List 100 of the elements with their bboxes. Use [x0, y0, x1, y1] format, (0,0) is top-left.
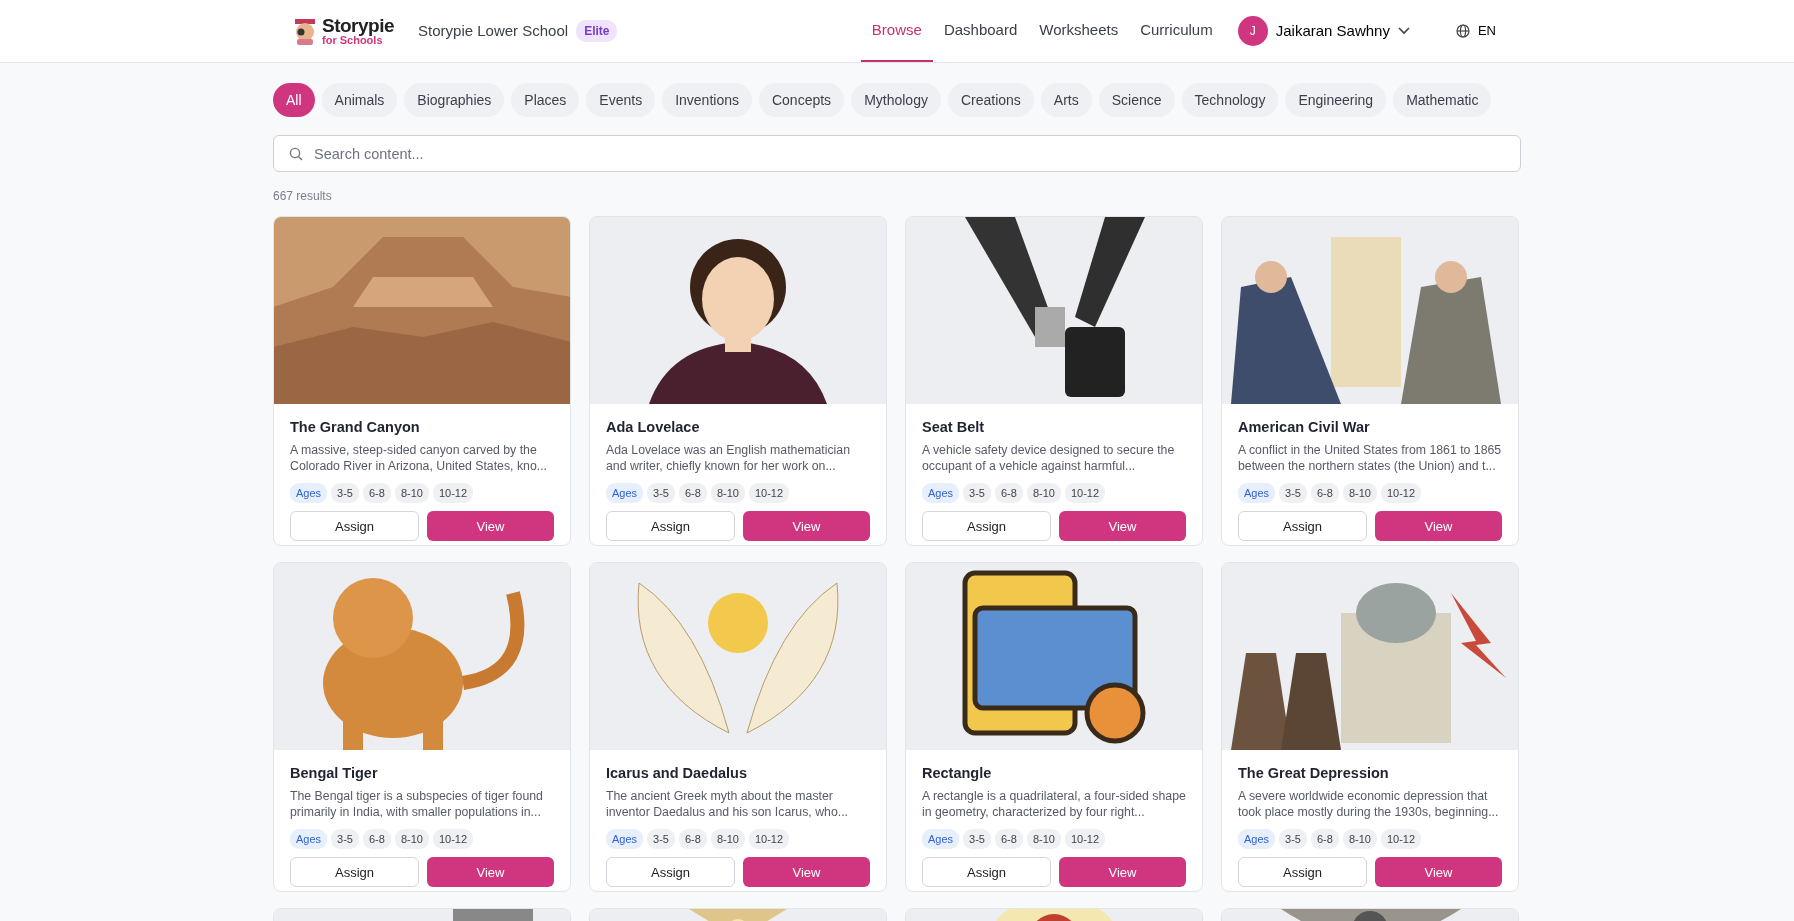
age-tag: 8-10 [710, 828, 745, 850]
age-tag: 6-8 [995, 482, 1023, 504]
card-title: Bengal Tiger [290, 764, 379, 783]
age-tag: 8-10 [394, 828, 429, 850]
chevron-down-icon [1397, 27, 1410, 35]
card-title: Ada Lovelace [606, 418, 701, 437]
card-description: A massive, steep-sided canyon carved by the Colorado River in Arizona, United States, kno... [290, 441, 548, 476]
language-selector[interactable]: EN [1449, 20, 1502, 42]
age-tag: 8-10 [394, 482, 429, 504]
category-chip[interactable]: Animals [321, 83, 398, 117]
card-description: The Bengal tiger is a subspecies of tiger found primarily in India, with smaller populations in... [290, 787, 544, 822]
view-button[interactable]: View [427, 511, 554, 542]
age-label: Ages [922, 482, 960, 504]
category-chip[interactable]: Mathematic [1393, 83, 1492, 117]
age-tag: 10-12 [1064, 828, 1106, 850]
age-tag: 8-10 [710, 482, 745, 504]
search-field[interactable]: Search content... [273, 135, 1521, 172]
card-description: A rectangle is a quadrilateral, a four-sided shape in geometry, characterized by four right... [922, 787, 1186, 822]
card-description: A vehicle safety device designed to secure the occupant of a vehicle against harmful... [922, 441, 1176, 476]
age-tag: 3-5 [331, 482, 359, 504]
category-chip[interactable]: Arts [1040, 83, 1092, 117]
age-tag: 3-5 [1279, 482, 1307, 504]
age-tag: 6-8 [679, 828, 707, 850]
age-tag: 6-8 [679, 482, 707, 504]
category-chip[interactable]: Creations [947, 83, 1034, 117]
age-tag: 8-10 [1026, 828, 1061, 850]
age-tag: 10-12 [1064, 482, 1106, 504]
globe-icon [1455, 24, 1470, 38]
category-chip[interactable]: Science [1098, 83, 1175, 117]
age-tag: 10-12 [1380, 482, 1422, 504]
assign-button[interactable]: Assign [922, 857, 1051, 888]
card-description: A conflict in the United States from 1861 to 1865 between the northern states (the Union) and t... [1238, 441, 1502, 476]
card-title: Rectangle [922, 764, 993, 783]
age-label: Ages [1238, 482, 1276, 504]
avatar: J [1237, 16, 1268, 46]
age-tag: 3-5 [1279, 828, 1307, 850]
age-tag: 3-5 [963, 482, 991, 504]
category-chip[interactable]: Technology [1181, 83, 1279, 117]
age-label: Ages [606, 828, 644, 850]
card-title: Seat Belt [922, 418, 986, 437]
view-button[interactable]: View [743, 511, 870, 542]
view-button[interactable]: View [1375, 511, 1502, 542]
assign-button[interactable]: Assign [922, 511, 1051, 542]
school-name: Storypie Lower School [418, 20, 569, 41]
nav-link[interactable]: Dashboard [932, 0, 1029, 62]
assign-button[interactable]: Assign [606, 511, 735, 542]
card-title: American Civil War [1238, 418, 1371, 437]
assign-button[interactable]: Assign [606, 857, 735, 888]
result-count: 667 results [273, 188, 333, 205]
category-chip[interactable]: Engineering [1285, 83, 1387, 117]
plan-badge: Elite [576, 20, 618, 42]
age-tag: 10-12 [1380, 828, 1422, 850]
age-tag: 10-12 [748, 828, 790, 850]
age-tag: 6-8 [363, 828, 391, 850]
age-tag: 10-12 [432, 482, 474, 504]
category-chip[interactable]: All [273, 83, 315, 117]
card-title: The Great Depression [1238, 764, 1390, 783]
nav-link[interactable]: Worksheets [1028, 0, 1130, 62]
age-tag: 10-12 [748, 482, 790, 504]
age-label: Ages [1238, 828, 1276, 850]
user-name: Jaikaran Sawhny [1275, 20, 1390, 41]
category-chip[interactable]: Concepts [758, 83, 845, 117]
age-tag: 3-5 [331, 828, 359, 850]
assign-button[interactable]: Assign [290, 511, 419, 542]
category-chip[interactable]: Inventions [662, 83, 752, 117]
view-button[interactable]: View [427, 857, 554, 888]
category-chip[interactable]: Events [586, 83, 656, 117]
age-tag: 6-8 [363, 482, 391, 504]
age-label: Ages [290, 482, 328, 504]
age-label: Ages [290, 828, 328, 850]
logo-text: Storypie [322, 16, 395, 35]
assign-button[interactable]: Assign [1238, 857, 1367, 888]
age-label: Ages [922, 828, 960, 850]
category-chip[interactable]: Mythology [851, 83, 941, 117]
age-tag: 8-10 [1342, 828, 1377, 850]
nav-link[interactable]: Curriculum [1129, 0, 1224, 62]
card-title: Icarus and Daedalus [606, 764, 749, 783]
category-chip[interactable]: Places [511, 83, 580, 117]
nav-link[interactable]: Browse [860, 0, 933, 62]
age-tag: 3-5 [647, 828, 675, 850]
user-menu[interactable]: J Jaikaran Sawhny [1231, 15, 1416, 47]
card-description: Ada Lovelace was an English mathematician and writer, chiefly known for her work on... [606, 441, 852, 476]
age-tag: 6-8 [995, 828, 1023, 850]
assign-button[interactable]: Assign [290, 857, 419, 888]
assign-button[interactable]: Assign [1238, 511, 1367, 542]
logo-subtitle: for Schools [322, 35, 383, 46]
age-tag: 8-10 [1026, 482, 1061, 504]
view-button[interactable]: View [743, 857, 870, 888]
card-description: The ancient Greek myth about the master inventor Daedalus and his son Icarus, who... [606, 787, 849, 822]
age-tag: 3-5 [647, 482, 675, 504]
view-button[interactable]: View [1375, 857, 1502, 888]
view-button[interactable]: View [1059, 511, 1186, 542]
card-title: The Grand Canyon [290, 418, 421, 437]
age-tag: 6-8 [1311, 828, 1339, 850]
category-chip[interactable]: Biographies [404, 83, 505, 117]
age-tag: 6-8 [1311, 482, 1339, 504]
view-button[interactable]: View [1059, 857, 1186, 888]
age-label: Ages [606, 482, 644, 504]
age-tag: 8-10 [1342, 482, 1377, 504]
mascot-icon [292, 17, 318, 45]
